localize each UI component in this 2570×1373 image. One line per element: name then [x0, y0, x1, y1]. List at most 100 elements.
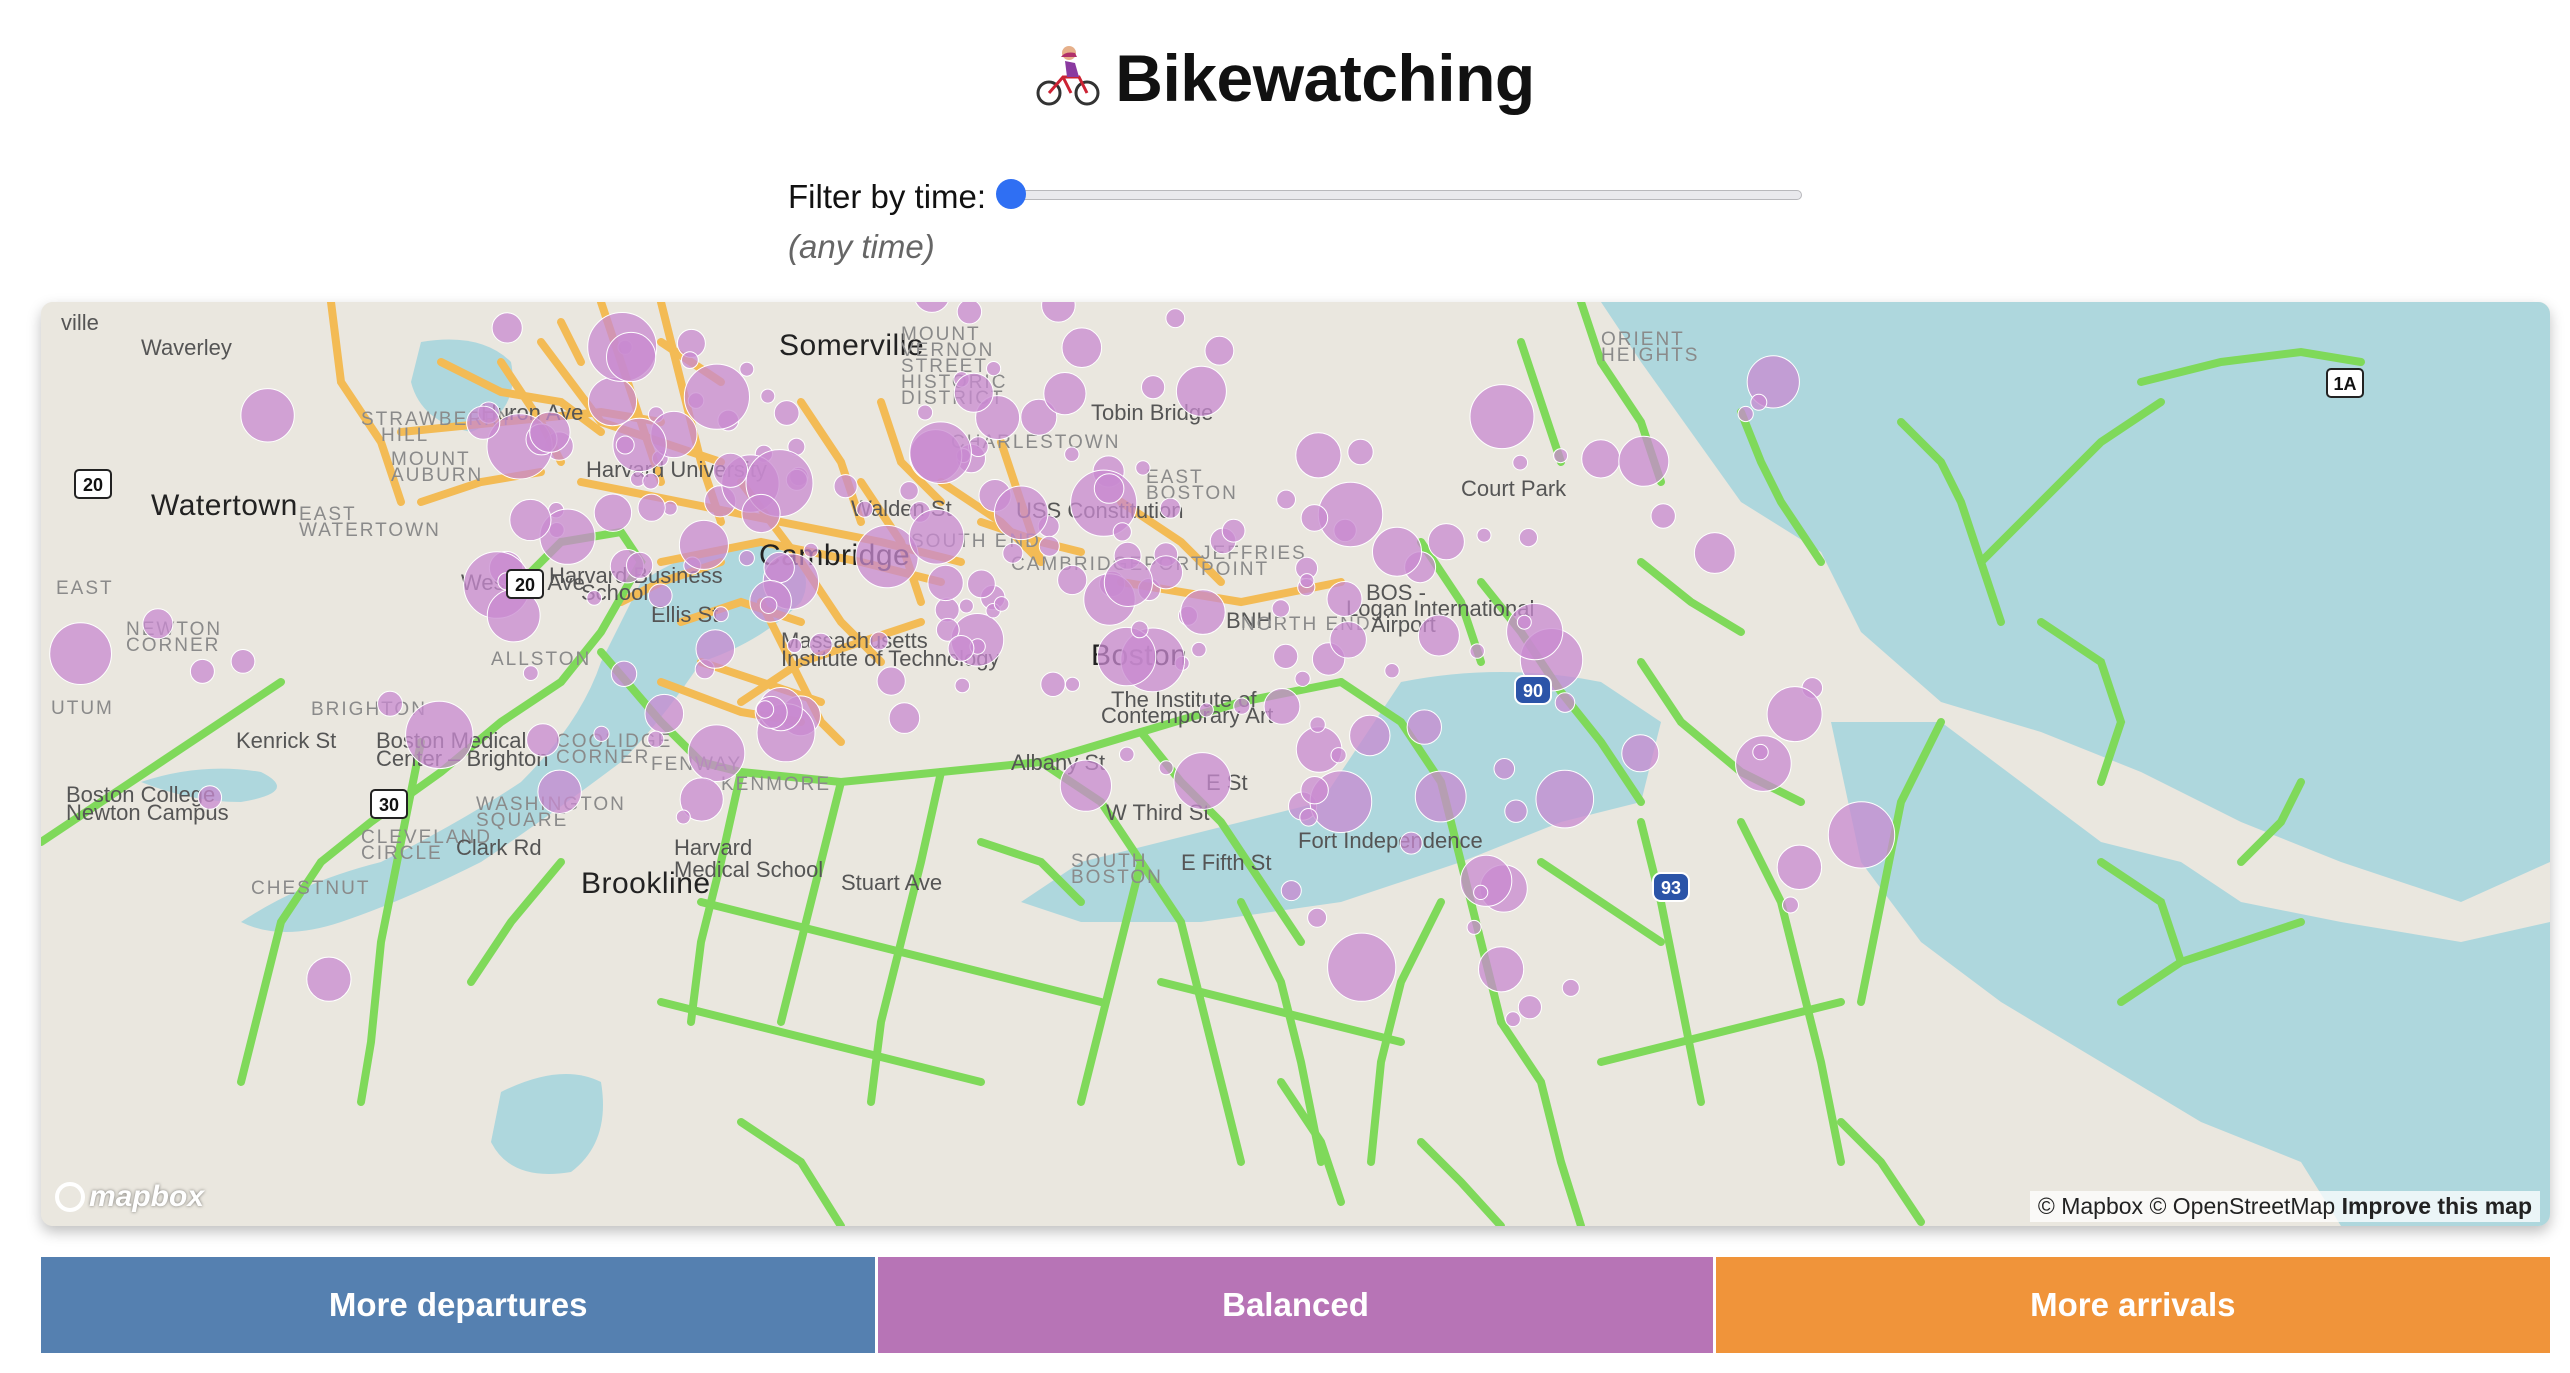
station-marker[interactable] [809, 632, 833, 657]
mapbox-logo[interactable]: mapbox [55, 1180, 204, 1214]
station-marker[interactable] [1038, 535, 1060, 557]
station-marker[interactable] [1198, 702, 1214, 718]
station-marker[interactable] [1233, 697, 1251, 715]
time-slider-thumb[interactable] [996, 179, 1026, 209]
station-marker[interactable] [803, 542, 819, 558]
station-marker[interactable] [529, 411, 571, 453]
station-marker[interactable] [1750, 393, 1768, 411]
station-marker[interactable] [1650, 503, 1676, 529]
station-marker[interactable] [1478, 946, 1525, 993]
station-marker[interactable] [626, 551, 654, 579]
station-marker[interactable] [1417, 614, 1460, 657]
station-marker[interactable] [1103, 557, 1154, 607]
station-marker[interactable] [1329, 621, 1367, 659]
station-marker[interactable] [142, 608, 174, 640]
attribution-mapbox-link[interactable]: © Mapbox [2038, 1193, 2143, 1219]
station-marker[interactable] [1148, 555, 1184, 590]
station-marker[interactable] [1204, 335, 1235, 366]
station-marker[interactable] [1621, 734, 1660, 773]
station-marker[interactable] [1414, 770, 1467, 823]
station-marker[interactable] [759, 596, 778, 615]
station-marker[interactable] [993, 596, 1010, 612]
station-marker[interactable] [1782, 896, 1799, 914]
time-slider-track[interactable] [1004, 190, 1802, 200]
station-marker[interactable] [377, 690, 403, 717]
station-marker[interactable] [833, 474, 858, 499]
map[interactable]: SomervilleCambridgeBostonWatertownBrookl… [41, 302, 2550, 1226]
station-marker[interactable] [1469, 643, 1485, 659]
time-slider[interactable] [996, 179, 1802, 209]
station-marker[interactable] [695, 629, 736, 669]
station-marker[interactable] [1618, 435, 1670, 487]
station-marker[interactable] [1466, 919, 1482, 935]
station-marker[interactable] [1276, 489, 1296, 510]
station-marker[interactable] [1317, 481, 1384, 548]
station-marker[interactable] [647, 730, 665, 748]
station-marker[interactable] [678, 519, 729, 570]
station-marker[interactable] [1061, 327, 1103, 368]
station-marker[interactable] [909, 421, 972, 484]
station-marker[interactable] [1064, 446, 1080, 462]
station-marker[interactable] [637, 493, 666, 522]
station-marker[interactable] [1273, 643, 1299, 669]
station-marker[interactable] [786, 637, 803, 654]
station-marker[interactable] [49, 622, 112, 686]
station-marker[interactable] [1505, 1011, 1521, 1028]
station-marker[interactable] [1535, 769, 1595, 829]
station-marker[interactable] [713, 606, 729, 623]
station-marker[interactable] [1294, 670, 1311, 687]
station-marker[interactable] [1064, 676, 1081, 692]
station-marker[interactable] [917, 404, 934, 421]
station-marker[interactable] [1159, 497, 1181, 519]
station-marker[interactable] [1581, 439, 1621, 479]
station-marker[interactable] [760, 388, 776, 404]
station-marker[interactable] [1517, 995, 1543, 1020]
station-marker[interactable] [1327, 932, 1397, 1002]
station-marker[interactable] [954, 677, 971, 694]
station-marker[interactable] [526, 723, 560, 757]
station-marker[interactable] [240, 388, 295, 443]
station-marker[interactable] [986, 361, 1002, 377]
station-marker[interactable] [1158, 760, 1174, 776]
station-marker[interactable] [1553, 448, 1569, 464]
station-marker[interactable] [1737, 405, 1754, 423]
station-marker[interactable] [648, 583, 673, 609]
station-marker[interactable] [1221, 518, 1246, 543]
station-marker[interactable] [763, 551, 795, 584]
station-marker[interactable] [1173, 752, 1232, 810]
station-marker[interactable] [675, 809, 691, 825]
station-marker[interactable] [876, 666, 906, 696]
station-marker[interactable] [1735, 735, 1792, 792]
station-marker[interactable] [610, 660, 638, 687]
station-marker[interactable] [712, 452, 749, 488]
station-marker[interactable] [189, 658, 215, 684]
station-marker[interactable] [1057, 564, 1088, 596]
station-marker[interactable] [1119, 746, 1135, 763]
station-marker[interactable] [993, 485, 1049, 541]
station-marker[interactable] [683, 363, 751, 430]
station-marker[interactable] [642, 472, 660, 490]
station-marker[interactable] [755, 700, 775, 719]
station-marker[interactable] [466, 405, 501, 440]
station-marker[interactable] [587, 377, 638, 427]
improve-map-link[interactable]: Improve this map [2342, 1193, 2532, 1219]
station-marker[interactable] [1135, 460, 1151, 476]
station-marker[interactable] [1191, 641, 1207, 658]
station-marker[interactable] [644, 693, 685, 734]
station-marker[interactable] [1180, 589, 1226, 635]
station-marker[interactable] [1693, 532, 1736, 574]
station-marker[interactable] [855, 524, 919, 589]
station-marker[interactable] [230, 649, 256, 674]
station-marker[interactable] [1093, 473, 1125, 504]
station-marker[interactable] [1112, 522, 1132, 542]
station-marker[interactable] [1271, 599, 1291, 618]
station-marker[interactable] [593, 493, 633, 532]
station-marker[interactable] [1554, 692, 1576, 713]
station-marker[interactable] [1504, 799, 1528, 823]
station-marker[interactable] [1141, 375, 1166, 400]
station-marker[interactable] [738, 550, 755, 567]
station-marker[interactable] [1330, 747, 1347, 764]
station-marker[interactable] [869, 631, 889, 651]
station-marker[interactable] [1096, 626, 1157, 687]
station-marker[interactable] [522, 665, 539, 682]
